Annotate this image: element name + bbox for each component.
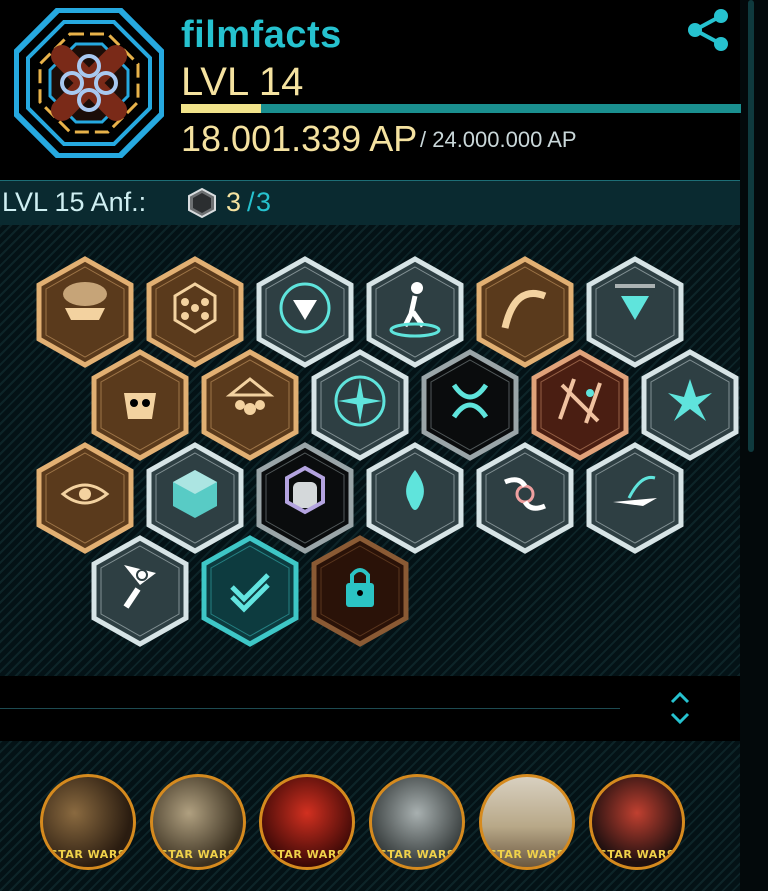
requirements-current: 3 bbox=[226, 187, 242, 217]
star-wars-logo: STAR WARS bbox=[159, 848, 237, 861]
scrollbar[interactable] bbox=[748, 0, 754, 452]
mask-icon bbox=[124, 393, 156, 419]
ap-progress-fill bbox=[181, 104, 262, 113]
agent-name: filmfacts bbox=[181, 14, 342, 56]
media-4[interactable]: STAR WARS bbox=[369, 774, 465, 870]
star-wars-logo: STAR WARS bbox=[378, 848, 456, 861]
requirements-separator: / bbox=[247, 187, 255, 217]
share-icon[interactable] bbox=[684, 6, 732, 54]
badge-hands[interactable] bbox=[475, 442, 575, 554]
media-6[interactable]: STAR WARS bbox=[589, 774, 685, 870]
expand-collapse-icon[interactable] bbox=[664, 688, 696, 728]
silver-medal-icon bbox=[188, 187, 216, 219]
divider-line bbox=[0, 708, 620, 709]
ap-progress-bar bbox=[181, 104, 741, 113]
media-2[interactable]: STAR WARS bbox=[150, 774, 246, 870]
level-label: LVL 14 bbox=[181, 60, 304, 104]
badge-flag[interactable] bbox=[90, 535, 190, 647]
requirements-total: 3 bbox=[256, 187, 272, 217]
star-wars-logo: STAR WARS bbox=[598, 848, 676, 861]
compass-icon bbox=[334, 375, 386, 427]
airship-icon bbox=[63, 282, 107, 320]
media-1[interactable]: STAR WARS bbox=[40, 774, 136, 870]
agent-avatar-icon[interactable] bbox=[14, 8, 164, 158]
star-wars-logo: STAR WARS bbox=[49, 848, 127, 861]
badge-lock[interactable] bbox=[310, 535, 410, 647]
media-3[interactable]: STAR WARS bbox=[259, 774, 355, 870]
badge-check[interactable] bbox=[200, 535, 300, 647]
ap-total: / 24.000.000 AP bbox=[420, 127, 577, 152]
level-requirements-bar: LVL 15 Anf.: 3 / 3 bbox=[0, 180, 740, 226]
ap-current: 18.001.339 AP bbox=[181, 118, 418, 159]
requirements-label: LVL 15 Anf.: bbox=[2, 187, 147, 217]
media-5[interactable]: STAR WARS bbox=[479, 774, 575, 870]
star-wars-logo: STAR WARS bbox=[488, 848, 566, 861]
star-wars-logo: STAR WARS bbox=[268, 848, 346, 861]
badge-glider[interactable] bbox=[585, 442, 685, 554]
